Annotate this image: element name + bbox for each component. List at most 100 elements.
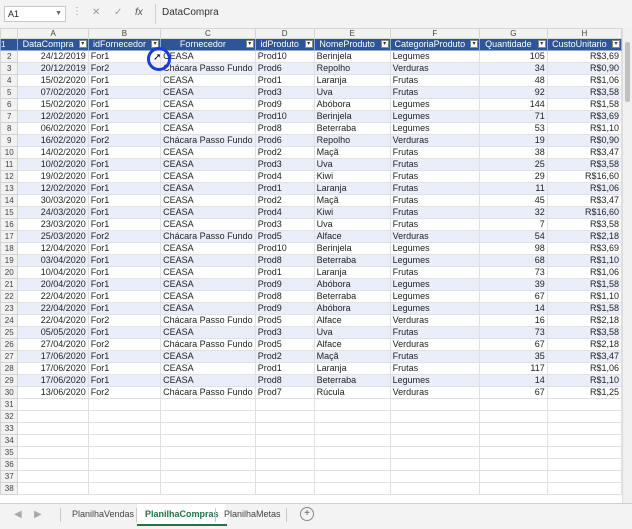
empty-cell[interactable] (546, 482, 622, 495)
cell[interactable]: For1 (87, 374, 162, 387)
cell[interactable]: R$3,47 (546, 194, 622, 207)
cell[interactable]: 07/02/2020 (17, 86, 89, 99)
cell[interactable]: Legumes (389, 98, 481, 111)
column-letter-h[interactable]: H (546, 28, 622, 39)
name-box[interactable]: A1 ▼ (4, 6, 66, 22)
cell[interactable]: Chácara Passo Fundo (160, 314, 256, 327)
cell[interactable]: 20/04/2020 (17, 278, 89, 291)
cell[interactable]: 30/03/2020 (17, 194, 89, 207)
cell[interactable]: 11 (479, 182, 548, 195)
row-number[interactable]: 15 (0, 206, 19, 219)
cell[interactable]: Uva (313, 218, 391, 231)
cell[interactable]: 73 (479, 326, 548, 339)
cell[interactable]: 39 (479, 278, 548, 291)
empty-cell[interactable] (160, 446, 256, 459)
cell[interactable]: Prod1 (254, 182, 315, 195)
cell[interactable]: Kiwi (313, 206, 391, 219)
column-letter-d[interactable]: D (254, 28, 315, 39)
cell[interactable]: CEASA (160, 254, 256, 267)
cell[interactable]: For1 (87, 218, 162, 231)
cell[interactable]: Chácara Passo Fundo (160, 134, 256, 147)
column-letter-f[interactable]: F (389, 28, 481, 39)
cell[interactable]: R$3,69 (546, 50, 622, 63)
cell[interactable]: 35 (479, 350, 548, 363)
cell[interactable]: R$2,18 (546, 314, 622, 327)
filter-dropdown-icon[interactable]: ▾ (470, 40, 479, 48)
cell[interactable]: CEASA (160, 218, 256, 231)
row-number[interactable]: 13 (0, 182, 19, 195)
row-number[interactable]: 29 (0, 374, 19, 387)
cell[interactable]: For1 (87, 122, 162, 135)
cell[interactable]: 12/02/2020 (17, 182, 89, 195)
empty-cell[interactable] (389, 398, 481, 411)
cell[interactable]: Alface (313, 230, 391, 243)
cell[interactable]: 19 (479, 134, 548, 147)
cell[interactable]: R$1,06 (546, 182, 622, 195)
cell[interactable]: 7 (479, 218, 548, 231)
cell[interactable]: For1 (87, 242, 162, 255)
cell[interactable]: R$16,60 (546, 170, 622, 183)
empty-cell[interactable] (546, 470, 622, 483)
cell[interactable]: 14/02/2020 (17, 146, 89, 159)
cell[interactable]: 15/02/2020 (17, 74, 89, 87)
cell[interactable]: Verduras (389, 62, 481, 75)
cell[interactable]: For1 (87, 362, 162, 375)
formula-input[interactable]: DataCompra (162, 6, 219, 20)
row-number[interactable]: 34 (0, 434, 19, 447)
cell[interactable]: R$1,06 (546, 74, 622, 87)
cell[interactable]: 10/04/2020 (17, 266, 89, 279)
empty-cell[interactable] (17, 434, 89, 447)
row-number[interactable]: 30 (0, 386, 19, 399)
cell[interactable]: CEASA (160, 326, 256, 339)
empty-cell[interactable] (313, 470, 391, 483)
cell[interactable]: Prod9 (254, 98, 315, 111)
cell[interactable]: Verduras (389, 386, 481, 399)
empty-cell[interactable] (313, 398, 391, 411)
enter-icon[interactable]: ✓ (114, 6, 122, 20)
empty-cell[interactable] (87, 434, 162, 447)
cell[interactable]: For1 (87, 350, 162, 363)
cell[interactable]: CEASA (160, 146, 256, 159)
cell[interactable]: Frutas (389, 350, 481, 363)
cell[interactable]: Chácara Passo Fundo (160, 230, 256, 243)
function-icon[interactable]: fx (135, 6, 143, 20)
cell[interactable]: R$1,06 (546, 362, 622, 375)
cell[interactable]: Prod4 (254, 170, 315, 183)
empty-cell[interactable] (389, 482, 481, 495)
column-letter-e[interactable]: E (313, 28, 391, 39)
cell[interactable]: CEASA (160, 122, 256, 135)
column-letter-a[interactable]: A (17, 28, 89, 39)
empty-cell[interactable] (17, 446, 89, 459)
cell[interactable]: 10/02/2020 (17, 158, 89, 171)
cell[interactable]: For1 (87, 158, 162, 171)
cell[interactable]: 67 (479, 290, 548, 303)
empty-cell[interactable] (87, 410, 162, 423)
cell[interactable]: 22/04/2020 (17, 290, 89, 303)
cell[interactable]: Legumes (389, 254, 481, 267)
cell[interactable]: Legumes (389, 122, 481, 135)
cell[interactable]: Prod6 (254, 62, 315, 75)
cell[interactable]: 16 (479, 314, 548, 327)
empty-cell[interactable] (87, 458, 162, 471)
header-cell[interactable]: idProduto ▾ (254, 38, 315, 51)
filter-dropdown-icon[interactable]: ▾ (612, 40, 620, 48)
empty-cell[interactable] (313, 410, 391, 423)
cell[interactable]: 22/04/2020 (17, 302, 89, 315)
cell[interactable]: Prod9 (254, 302, 315, 315)
header-cell[interactable]: CategoriaProduto ▾ (389, 38, 481, 51)
header-cell[interactable]: Fornecedor ▾ (160, 38, 256, 51)
column-letter-c[interactable]: C (160, 28, 256, 39)
empty-cell[interactable] (254, 458, 315, 471)
cell[interactable]: Legumes (389, 110, 481, 123)
empty-cell[interactable] (254, 482, 315, 495)
cell[interactable]: 19/02/2020 (17, 170, 89, 183)
cell[interactable]: 24/03/2020 (17, 206, 89, 219)
cell[interactable]: Beterraba (313, 254, 391, 267)
cell[interactable]: R$3,58 (546, 158, 622, 171)
cell[interactable]: Berinjela (313, 110, 391, 123)
empty-cell[interactable] (313, 482, 391, 495)
cell[interactable]: Frutas (389, 206, 481, 219)
cell[interactable]: 98 (479, 242, 548, 255)
empty-cell[interactable] (17, 458, 89, 471)
chevron-down-icon[interactable]: ▼ (55, 7, 62, 21)
